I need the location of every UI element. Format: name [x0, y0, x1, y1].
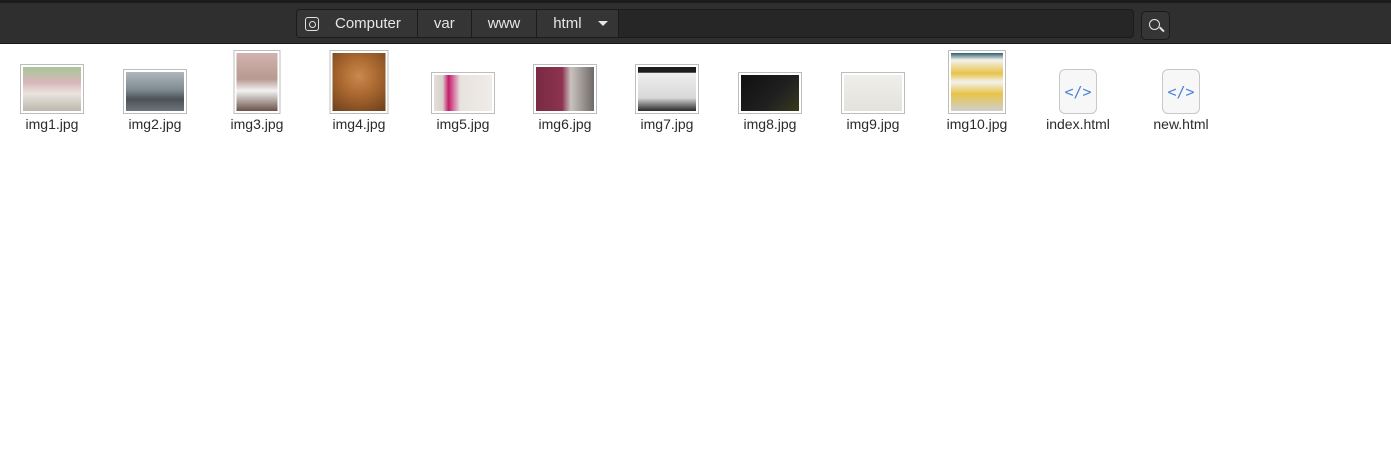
- breadcrumb-html[interactable]: html: [537, 10, 619, 37]
- file-item[interactable]: </> new.html: [1131, 50, 1231, 140]
- image-thumbnail: [738, 72, 802, 114]
- file-item[interactable]: img3.jpg: [207, 50, 307, 140]
- file-item[interactable]: img6.jpg: [515, 50, 615, 140]
- file-item[interactable]: img5.jpg: [413, 50, 513, 140]
- image-thumbnail: [635, 64, 699, 114]
- search-button[interactable]: [1141, 11, 1170, 40]
- path-bar-empty[interactable]: [618, 10, 1133, 37]
- file-name: img4.jpg: [332, 116, 386, 132]
- path-bar: Computer var www html: [296, 9, 1134, 38]
- image-thumbnail: [20, 64, 84, 114]
- breadcrumb-label: html: [553, 15, 582, 32]
- header-bar: Computer var www html: [0, 0, 1391, 44]
- file-item[interactable]: img9.jpg: [823, 50, 923, 140]
- image-thumbnail: [431, 72, 495, 114]
- breadcrumb-www[interactable]: www: [471, 10, 538, 37]
- file-item[interactable]: img8.jpg: [720, 50, 820, 140]
- file-item[interactable]: img2.jpg: [105, 50, 205, 140]
- drive-icon: [305, 16, 319, 31]
- breadcrumb-label: var: [433, 15, 455, 32]
- image-thumbnail: [123, 69, 187, 114]
- file-item[interactable]: img1.jpg: [2, 50, 102, 140]
- file-name: img8.jpg: [743, 116, 797, 132]
- file-name: new.html: [1153, 116, 1209, 132]
- html-file-icon: </>: [1059, 69, 1097, 114]
- file-item[interactable]: img7.jpg: [617, 50, 717, 140]
- image-thumbnail: [329, 50, 389, 114]
- image-thumbnail: [841, 72, 905, 114]
- file-name: img7.jpg: [640, 116, 694, 132]
- file-grid: img1.jpg img2.jpg img3.jpg img4.jpg img5…: [0, 44, 1391, 472]
- caret-down-icon[interactable]: [597, 21, 608, 26]
- html-file-icon: </>: [1162, 69, 1200, 114]
- breadcrumb-var[interactable]: var: [417, 10, 472, 37]
- file-name: index.html: [1046, 116, 1110, 132]
- file-item[interactable]: </> index.html: [1028, 50, 1128, 140]
- file-item[interactable]: img4.jpg: [309, 50, 409, 140]
- file-name: img9.jpg: [846, 116, 900, 132]
- breadcrumb-label: Computer: [335, 15, 401, 32]
- image-thumbnail: [948, 50, 1006, 114]
- file-item[interactable]: img10.jpg: [927, 50, 1027, 140]
- breadcrumb-computer[interactable]: Computer: [297, 10, 418, 37]
- image-thumbnail: [533, 64, 597, 114]
- search-icon: [1148, 18, 1163, 33]
- image-thumbnail: [233, 50, 281, 114]
- breadcrumb-label: www: [487, 15, 521, 32]
